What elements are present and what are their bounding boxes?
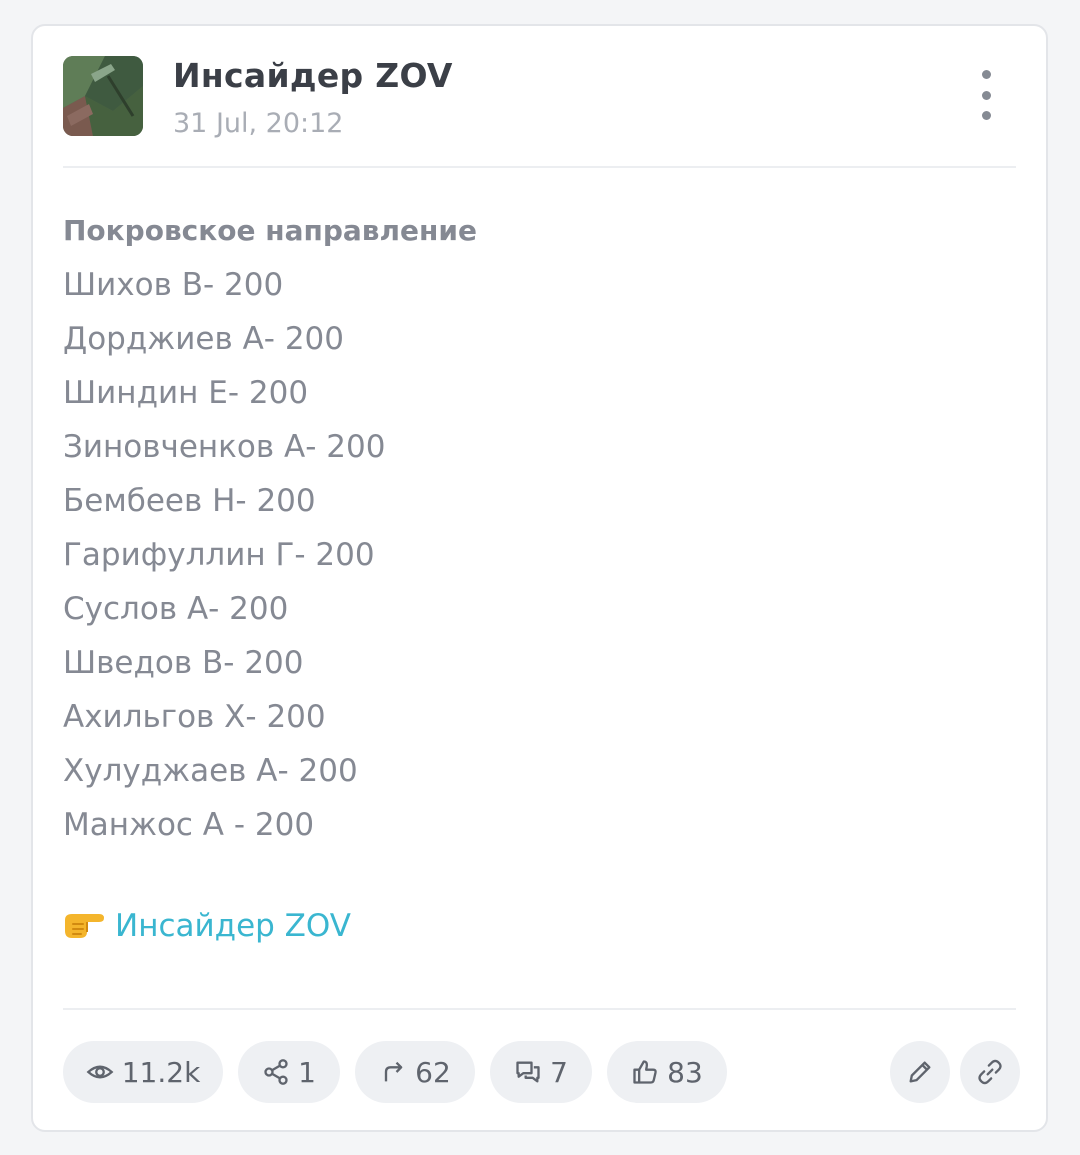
link-icon (978, 1059, 1002, 1085)
menu-dot (981, 111, 991, 120)
post-line: Зиновченков А- 200 (63, 429, 386, 465)
shares-count: 1 (298, 1055, 316, 1089)
views-count: 11.2k (121, 1055, 201, 1089)
channel-name[interactable]: Инсайдер ZOV (173, 56, 453, 95)
forwards-counter[interactable]: 62 (355, 1041, 475, 1103)
post-line: Манжос А - 200 (63, 807, 315, 843)
comments-icon (516, 1061, 540, 1083)
post-card: Инсайдер ZOV 31 Jul, 20:12 Покровское на… (31, 24, 1048, 1132)
source-link[interactable]: Инсайдер ZOV (63, 899, 351, 957)
shares-counter[interactable]: 1 (238, 1041, 340, 1103)
copy-link-button[interactable] (960, 1041, 1020, 1103)
post-line: Бембеев Н- 200 (63, 483, 316, 519)
post-line: Суслов А- 200 (63, 591, 289, 627)
menu-dot (981, 90, 991, 100)
likes-counter[interactable]: 83 (607, 1041, 727, 1103)
post-line: Шведов В- 200 (63, 645, 304, 681)
comments-counter[interactable]: 7 (490, 1041, 592, 1103)
post-heading: Покровское направление (63, 214, 477, 247)
comments-count: 7 (550, 1055, 568, 1089)
views-counter[interactable]: 11.2k (63, 1041, 223, 1103)
channel-avatar[interactable] (63, 56, 143, 136)
pointing-hand-icon (63, 903, 105, 957)
post-line: Шиндин Е- 200 (63, 375, 309, 411)
post-header: Инсайдер ZOV 31 Jul, 20:12 (63, 56, 1016, 168)
post-line: Хулуджаев А- 200 (63, 753, 358, 789)
likes-count: 83 (667, 1055, 703, 1089)
forward-arrow-icon (385, 1061, 403, 1082)
footer-divider (63, 1008, 1016, 1010)
thumbs-up-icon (633, 1060, 657, 1084)
edit-button[interactable] (890, 1041, 950, 1103)
post-line: Дорджиев А- 200 (63, 321, 344, 357)
post-body: Покровское направление Шихов В- 200 Дорд… (63, 204, 1016, 852)
eye-icon (86, 1065, 114, 1079)
more-vertical-icon[interactable] (974, 70, 998, 120)
menu-dot (981, 70, 991, 79)
share-nodes-icon (264, 1059, 288, 1085)
source-link-label[interactable]: Инсайдер ZOV (115, 908, 351, 944)
post-line: Ахильгов Х- 200 (63, 699, 326, 735)
pencil-icon (909, 1061, 931, 1083)
post-timestamp: 31 Jul, 20:12 (173, 108, 344, 139)
forwards-count: 62 (415, 1055, 451, 1089)
post-footer: 11.2k 1 62 7 83 (63, 1041, 1020, 1103)
post-line: Гарифуллин Г- 200 (63, 537, 375, 573)
post-line: Шихов В- 200 (63, 267, 284, 303)
